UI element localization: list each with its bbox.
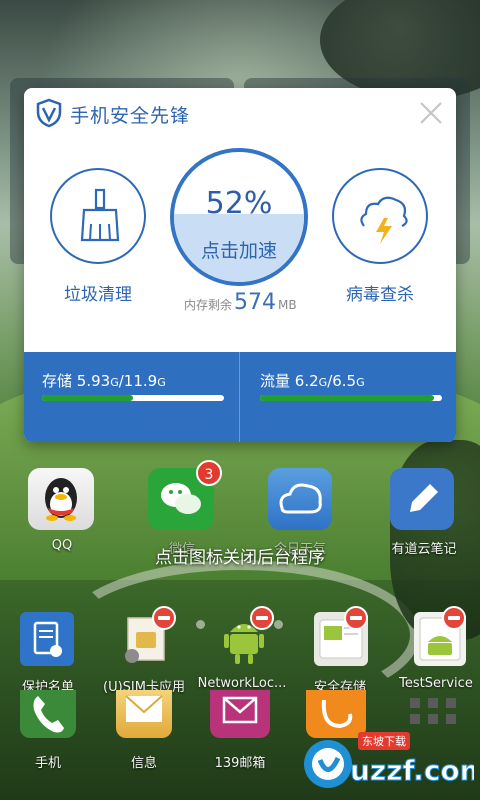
page-indicator-dot <box>196 620 205 629</box>
divider <box>239 352 240 442</box>
phone-icon <box>20 690 76 738</box>
storage-stat: 存储 5.93G/11.9G <box>42 352 224 442</box>
broom-icon <box>80 188 120 242</box>
shield-logo-icon <box>36 98 62 128</box>
close-icon[interactable] <box>416 98 446 128</box>
storage-progress-bar <box>42 395 224 401</box>
junk-clean-label: 垃圾清理 <box>64 285 132 305</box>
qq-icon <box>28 468 94 530</box>
app-label: 手机 <box>34 756 61 771</box>
junk-clean-button[interactable] <box>50 168 146 264</box>
traffic-progress-fill <box>260 395 434 401</box>
app-protection-list[interactable]: 保护名单 <box>8 610 88 700</box>
notification-badge: 3 <box>196 460 222 486</box>
watermark-tag: 东坡下载 <box>362 735 406 748</box>
dialog-header: 手机安全先锋 <box>24 88 456 138</box>
stats-bar: 存储 5.93G/11.9G 流量 6.2G/6.5G <box>24 352 456 442</box>
close-background-hint: 点击图标关闭后台程序 <box>155 548 325 568</box>
remove-app-button[interactable] <box>442 606 466 630</box>
traffic-label: 流量 6.2G/6.5G <box>260 372 365 390</box>
traffic-stat: 流量 6.2G/6.5G <box>260 352 442 442</box>
dock-139-mail[interactable]: 139邮箱 <box>198 690 282 771</box>
remove-app-button[interactable] <box>250 606 274 630</box>
remove-app-button[interactable] <box>152 606 176 630</box>
watermark-text: uzzf.com <box>350 754 474 787</box>
envelope-icon <box>116 690 172 738</box>
page-indicator-dot <box>274 620 283 629</box>
memory-remaining-label: 内存剩余 <box>184 298 233 312</box>
app-test-service[interactable]: TestService <box>390 606 480 700</box>
memory-usage-percent: 52% <box>205 186 273 221</box>
storage-progress-fill <box>42 395 133 401</box>
cloud-lightning-icon <box>360 196 408 244</box>
site-watermark-logo: 东坡下载 uzzf.com <box>304 732 474 788</box>
memory-remaining: 内存剩余574 MB <box>184 290 297 315</box>
storage-label: 存储 5.93G/11.9G <box>42 372 166 390</box>
traffic-progress-bar <box>260 395 442 401</box>
speed-up-label: 点击加速 <box>200 240 277 262</box>
app-label: NetworkLoc... <box>197 676 287 691</box>
memory-remaining-value: 574 <box>234 290 277 315</box>
virus-scan-button[interactable] <box>332 168 428 264</box>
speed-up-button[interactable]: 52% 点击加速 <box>170 148 308 286</box>
app-sim-toolkit[interactable]: (U)SIM卡应用 <box>96 606 192 700</box>
mail-139-icon <box>210 690 270 738</box>
app-label: 信息 <box>130 756 157 771</box>
app-label: 139邮箱 <box>214 756 266 771</box>
remove-app-button[interactable] <box>344 606 368 630</box>
pencil-note-icon <box>390 468 454 530</box>
app-label: TestService <box>399 676 473 691</box>
weather-icon <box>268 468 332 530</box>
app-secure-storage[interactable]: 安全存储 <box>292 606 388 700</box>
security-dialog: 手机安全先锋 垃圾清理 52% 点击加速 内存剩余574 MB 病毒查杀 存储 5 <box>24 88 456 442</box>
virus-scan-label: 病毒查杀 <box>346 285 414 305</box>
memory-remaining-unit: MB <box>278 298 297 312</box>
dialog-title: 手机安全先锋 <box>70 105 191 127</box>
dock-messages[interactable]: 信息 <box>102 690 186 771</box>
protection-list-icon <box>20 612 74 666</box>
dock-phone[interactable]: 手机 <box>6 690 90 771</box>
